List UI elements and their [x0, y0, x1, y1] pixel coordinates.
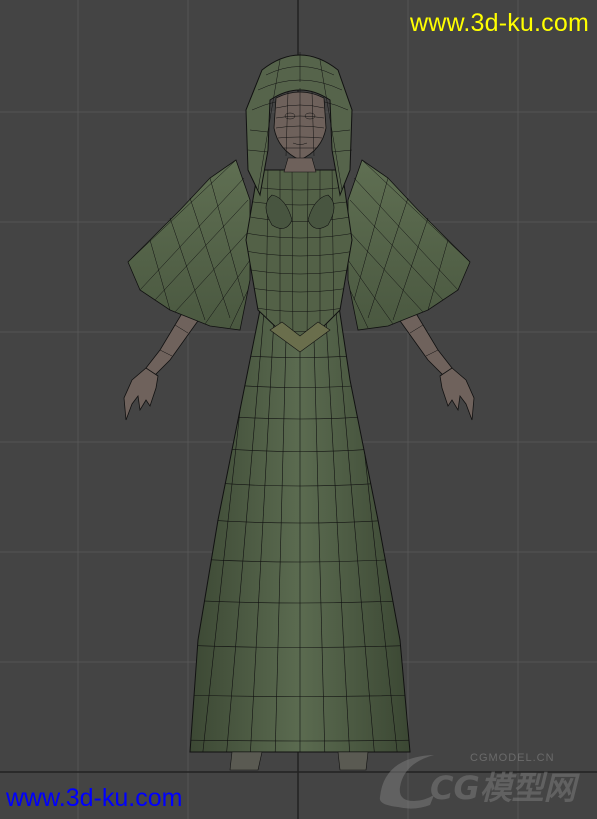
cg-swoosh-icon	[379, 755, 434, 809]
neck	[283, 157, 317, 173]
dress-skirt	[189, 299, 411, 753]
watermark-bottom-left: www.3d-ku.com	[6, 784, 183, 812]
right-sleeve	[347, 159, 471, 331]
cgmodel-logo: CGMODEL.CN CG模型网	[379, 752, 581, 809]
feet	[229, 751, 369, 771]
logo-small-text: CGMODEL.CN	[470, 752, 555, 764]
character-model[interactable]	[0, 0, 597, 819]
face	[273, 88, 327, 161]
logo-big-text: CG模型网	[430, 769, 581, 807]
watermark-top-right: www.3d-ku.com	[409, 9, 589, 37]
3d-viewport[interactable]: www.3d-ku.com www.3d-ku.com CGMODEL.CN C…	[0, 0, 597, 819]
left-sleeve	[127, 159, 251, 331]
